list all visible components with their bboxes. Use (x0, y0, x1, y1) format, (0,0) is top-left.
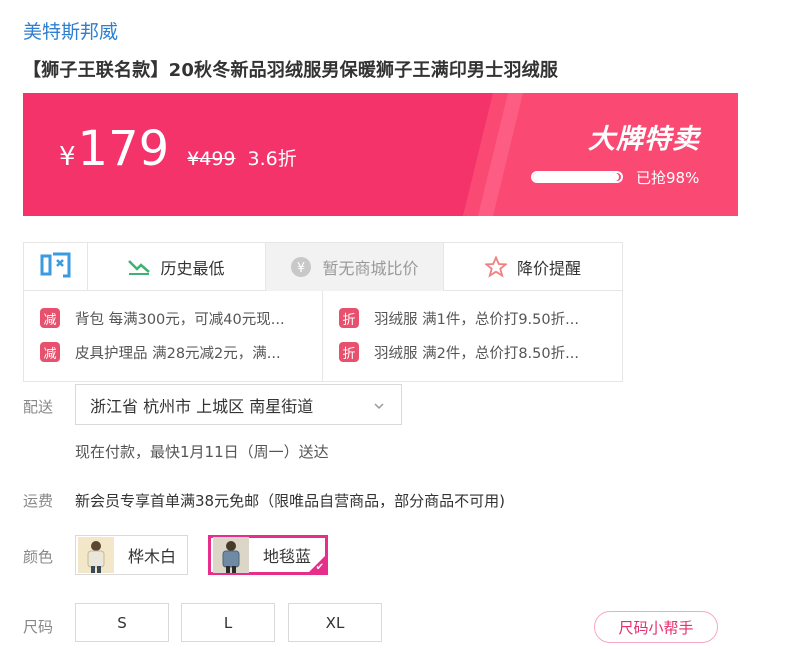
price-tools-row: 历史最低 ¥ 暂无商城比价 降价提醒 (24, 243, 622, 291)
coupon-item[interactable]: 折 羽绒服 满1件，总价打9.50折... (339, 308, 622, 328)
size-helper-button[interactable]: 尺码小帮手 (594, 611, 718, 643)
size-label: 尺码 (23, 618, 54, 636)
color-option-label: 桦木白 (128, 547, 177, 566)
shipping-label: 运费 (23, 492, 54, 510)
size-option-s[interactable]: S (75, 603, 169, 642)
price-alert-label: 降价提醒 (516, 259, 581, 278)
coupon-column-right: 折 羽绒服 满1件，总价打9.50折... 折 羽绒服 满2件，总价打8.50折… (323, 291, 622, 381)
delivery-estimate: 现在付款，最快1月11日（周一）送达 (75, 443, 329, 461)
discount-rate: 3.6折 (247, 148, 297, 170)
sold-progress-text: 已抢98% (636, 169, 700, 187)
currency-symbol: ¥ (59, 142, 76, 172)
compare-price-label: 暂无商城比价 (322, 259, 419, 278)
coupon-text: 羽绒服 满2件，总价打8.50折... (374, 345, 579, 362)
color-thumbnail (78, 537, 114, 573)
sale-price: 179 (77, 121, 170, 177)
delivery-label: 配送 (23, 398, 54, 416)
coupon-tag: 减 (40, 342, 60, 362)
coupon-list: 减 背包 每满300元，可减40元现... 减 皮具护理品 满28元减2元，满.… (24, 291, 622, 381)
color-option-carpet-blue[interactable]: 地毯蓝 ✔ (208, 535, 328, 575)
price-banner: ¥ 179 ¥499 3.6折 大牌特卖 已抢98% (23, 93, 738, 216)
gou-button[interactable] (24, 243, 88, 291)
gou-icon (39, 250, 73, 284)
shipping-info: 新会员专享首单满38元免邮（限唯品自营商品，部分商品不可用) (75, 492, 505, 510)
size-option-xl[interactable]: XL (288, 603, 382, 642)
brand-link[interactable]: 美特斯邦威 (23, 17, 118, 44)
chevron-down-icon (373, 397, 385, 416)
original-price: ¥499 (187, 148, 236, 170)
coupon-tag: 减 (40, 308, 60, 328)
color-thumbnail (213, 537, 249, 573)
star-icon (484, 256, 507, 278)
svg-text:¥: ¥ (297, 261, 305, 276)
history-low-button[interactable]: 历史最低 (88, 243, 266, 291)
price-alert-button[interactable]: 降价提醒 (444, 243, 622, 291)
check-icon: ✔ (315, 562, 324, 573)
sold-progress-bar (531, 171, 623, 183)
color-option-birch-white[interactable]: 桦木白 (75, 535, 188, 575)
coupon-text: 羽绒服 满1件，总价打9.50折... (374, 311, 579, 328)
color-option-label: 地毯蓝 (263, 547, 312, 566)
coupon-item[interactable]: 减 皮具护理品 满28元减2元，满... (40, 342, 322, 362)
coupon-tag: 折 (339, 342, 359, 362)
coupon-item[interactable]: 折 羽绒服 满2件，总价打8.50折... (339, 342, 622, 362)
coupon-tag: 折 (339, 308, 359, 328)
sold-progress-fill (533, 173, 620, 181)
coupon-text: 皮具护理品 满28元减2元，满... (75, 345, 281, 362)
trend-down-icon (128, 259, 151, 275)
size-option-l[interactable]: L (181, 603, 275, 642)
yen-coin-icon: ¥ (290, 256, 312, 278)
coupon-item[interactable]: 减 背包 每满300元，可减40元现... (40, 308, 322, 328)
promo-title: 大牌特卖 (588, 124, 700, 155)
compare-price-button: ¥ 暂无商城比价 (266, 243, 444, 291)
coupon-column-left: 减 背包 每满300元，可减40元现... 减 皮具护理品 满28元减2元，满.… (24, 291, 323, 381)
delivery-address-select[interactable]: 浙江省 杭州市 上城区 南星街道 (75, 384, 402, 425)
price-group: ¥ 179 ¥499 3.6折 (59, 125, 297, 173)
price-tools-panel: 历史最低 ¥ 暂无商城比价 降价提醒 减 背包 每满300元，可减40元现...… (23, 242, 623, 382)
color-label: 颜色 (23, 548, 54, 566)
history-low-label: 历史最低 (160, 259, 225, 278)
coupon-text: 背包 每满300元，可减40元现... (75, 311, 285, 328)
product-title: 【狮子王联名款】20秋冬新品羽绒服男保暖狮子王满印男士羽绒服 (23, 60, 559, 81)
delivery-address-value: 浙江省 杭州市 上城区 南星街道 (90, 396, 314, 416)
